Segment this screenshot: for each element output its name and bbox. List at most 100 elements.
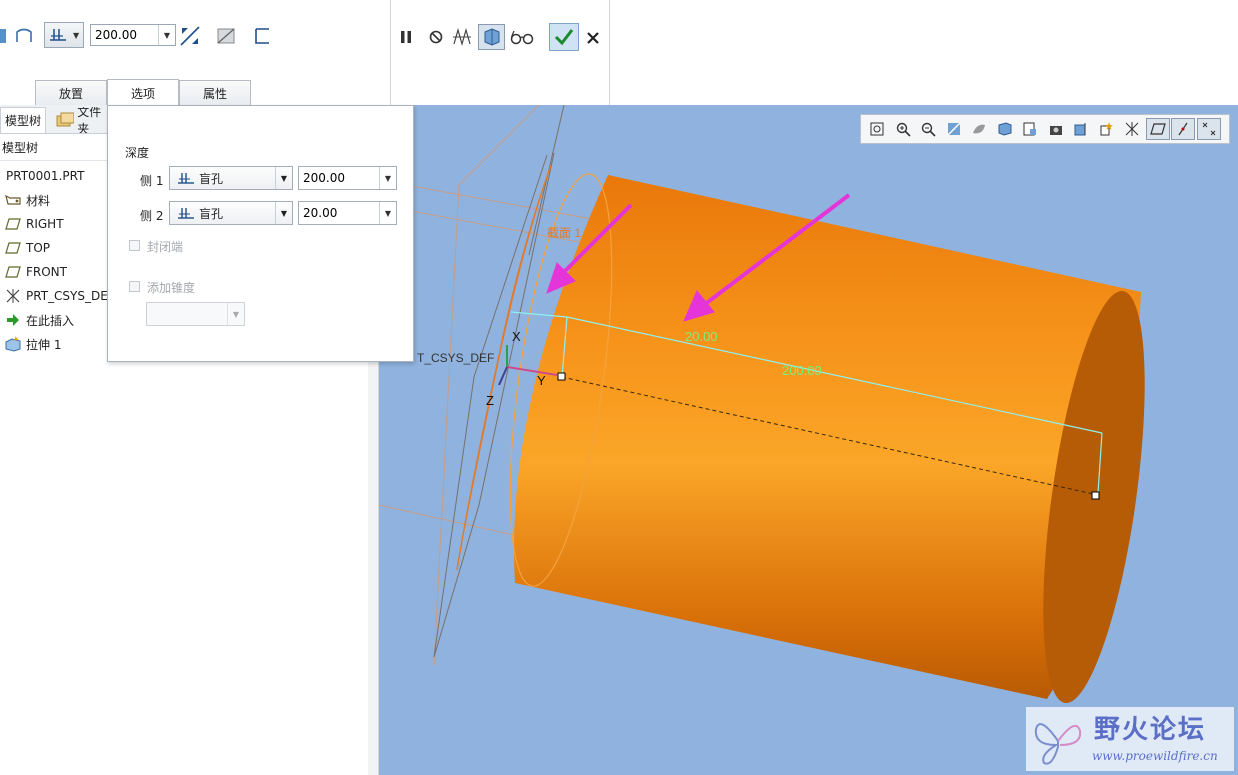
capped-ends-checkbox[interactable]	[129, 240, 140, 251]
axis-y-label: Y	[537, 373, 546, 388]
no-preview-icon[interactable]	[424, 25, 448, 49]
tree-item-material[interactable]: 材料	[0, 189, 50, 211]
view-manager-icon[interactable]	[1018, 118, 1042, 140]
chevron-down-icon[interactable]: ▼	[275, 167, 292, 189]
folder-icon	[56, 112, 75, 127]
csys-label: T_CSYS_DEF	[417, 351, 494, 365]
add-taper-checkbox[interactable]	[129, 281, 140, 292]
tab-label: 模型树	[5, 114, 42, 128]
tree-item-top-plane[interactable]: TOP	[0, 237, 50, 259]
tree-item-label: PRT0001.PRT	[6, 169, 85, 183]
dimension-side1[interactable]: 200.00	[782, 363, 822, 378]
tab-properties[interactable]: 属性	[179, 80, 251, 105]
section-icon[interactable]	[1069, 118, 1093, 140]
tab-placement[interactable]: 放置	[35, 80, 107, 105]
pause-icon[interactable]	[394, 25, 418, 49]
sketch-label: 截面 1	[547, 226, 581, 240]
remove-material-icon[interactable]	[214, 24, 238, 48]
depth-value-input[interactable]	[91, 25, 167, 45]
tree-item-extrude-1[interactable]: 拉伸 1	[0, 333, 61, 355]
zoom-out-icon[interactable]	[916, 118, 940, 140]
tab-label: 属性	[202, 86, 227, 101]
tree-header-label: 模型树	[2, 141, 39, 155]
tree-item-label: 材料	[26, 193, 51, 208]
tree-item-insert-here[interactable]: 在此插入	[0, 309, 74, 331]
blind-depth-icon	[178, 208, 194, 219]
zoom-in-icon[interactable]	[891, 118, 915, 140]
side2-depth-input[interactable]	[299, 202, 387, 224]
tab-folder-browser[interactable]: 文件夹	[52, 107, 110, 133]
side1-depth-input[interactable]	[299, 167, 387, 189]
geometry-preview-icon[interactable]	[450, 25, 474, 49]
tree-item-csys[interactable]: PRT_CSYS_DEF	[0, 285, 115, 307]
side2-type-label: 盲孔	[199, 206, 224, 221]
chevron-down-icon[interactable]: ▼	[379, 167, 396, 189]
watermark-url: www.proewildfire.cn	[1092, 749, 1218, 763]
axis-z-label: Z	[486, 393, 494, 408]
flip-direction-icon[interactable]	[178, 24, 202, 48]
extrude-surface-icon[interactable]	[12, 24, 36, 48]
coordinate-system-icon	[4, 288, 22, 304]
ok-check-icon[interactable]	[549, 23, 579, 51]
drag-handle[interactable]	[557, 372, 566, 381]
tree-item-label: TOP	[26, 241, 51, 255]
chevron-down-icon[interactable]: ▼	[275, 202, 292, 224]
model-viewport[interactable]: 20.00 200.00 截面 1 T_CSYS_DEF X Y Z	[379, 105, 1238, 775]
datum-plane-icon	[4, 264, 22, 280]
tab-label: 选项	[130, 86, 155, 101]
view-toolbar	[860, 114, 1230, 144]
extrude-feature-icon	[4, 336, 22, 352]
feature-preview-icon[interactable]	[478, 24, 505, 50]
thicken-icon[interactable]	[250, 24, 274, 48]
chevron-down-icon: ▼	[73, 30, 80, 40]
perspective-icon[interactable]	[1044, 118, 1068, 140]
tab-label: 文件夹	[77, 107, 102, 133]
chevron-down-icon[interactable]: ▼	[227, 303, 244, 325]
tree-item-part[interactable]: PRT0001.PRT	[0, 165, 84, 187]
saved-views-icon[interactable]	[993, 118, 1017, 140]
plane-display-icon[interactable]	[1145, 118, 1170, 140]
add-taper-label: 添加锥度	[147, 281, 196, 295]
chevron-down-icon[interactable]: ▼	[379, 202, 396, 224]
refit-icon[interactable]	[865, 118, 889, 140]
drag-handle[interactable]	[1091, 491, 1100, 500]
tree-item-right-plane[interactable]: RIGHT	[0, 213, 64, 235]
cancel-x-icon[interactable]	[581, 26, 605, 50]
side1-label: 侧 1	[140, 174, 164, 188]
extrude-body	[509, 173, 1145, 704]
chevron-down-icon[interactable]: ▼	[158, 25, 175, 45]
side1-depth-type-select[interactable]: 盲孔 ▼	[169, 166, 293, 190]
tab-options[interactable]: 选项	[107, 79, 179, 106]
annotation-display-icon[interactable]	[1095, 118, 1119, 140]
blind-depth-icon	[50, 29, 66, 41]
tab-label: 放置	[58, 86, 83, 101]
tree-item-front-plane[interactable]: FRONT	[0, 261, 67, 283]
extrude-solid-icon[interactable]	[0, 24, 8, 48]
tree-item-label: 拉伸 1	[26, 337, 62, 352]
side2-depth-type-select[interactable]: 盲孔 ▼	[169, 201, 293, 225]
axis-display-icon[interactable]	[1171, 118, 1195, 140]
insert-arrow-icon	[4, 312, 22, 328]
side2-depth-value-combo[interactable]: ▼	[298, 201, 397, 225]
dashboard-left-group: ▼ ▼ 放置 选项 属性	[0, 0, 391, 106]
blind-depth-icon	[178, 173, 194, 184]
tree-item-label: PRT_CSYS_DEF	[26, 289, 115, 303]
capped-ends-label: 封闭端	[147, 240, 184, 254]
options-slideup-panel: 深度 侧 1 盲孔 ▼ ▼ 侧 2 盲孔 ▼ ▼ 封闭端 添加锥度 ▼	[107, 105, 414, 362]
material-tag-icon	[4, 192, 22, 208]
dimension-side2[interactable]: 20.00	[685, 329, 718, 344]
depth-value-combo[interactable]: ▼	[90, 24, 176, 46]
depth-type-button[interactable]: ▼	[44, 22, 84, 48]
taper-angle-combo[interactable]: ▼	[146, 302, 245, 326]
glasses-icon[interactable]	[510, 25, 534, 49]
tab-model-tree[interactable]: 模型树	[0, 107, 46, 133]
tree-item-label: 在此插入	[26, 313, 75, 328]
axis-x-label: X	[512, 329, 521, 344]
repaint-icon[interactable]	[942, 118, 966, 140]
side1-depth-value-combo[interactable]: ▼	[298, 166, 397, 190]
display-style-icon[interactable]	[967, 118, 991, 140]
graphics-window[interactable]: 20.00 200.00 截面 1 T_CSYS_DEF X Y Z	[379, 105, 1238, 775]
csys-display-icon[interactable]	[1120, 118, 1144, 140]
extrude-dashboard: ▼ ▼ 放置 选项 属性	[0, 0, 1238, 106]
point-display-icon[interactable]	[1196, 118, 1221, 140]
